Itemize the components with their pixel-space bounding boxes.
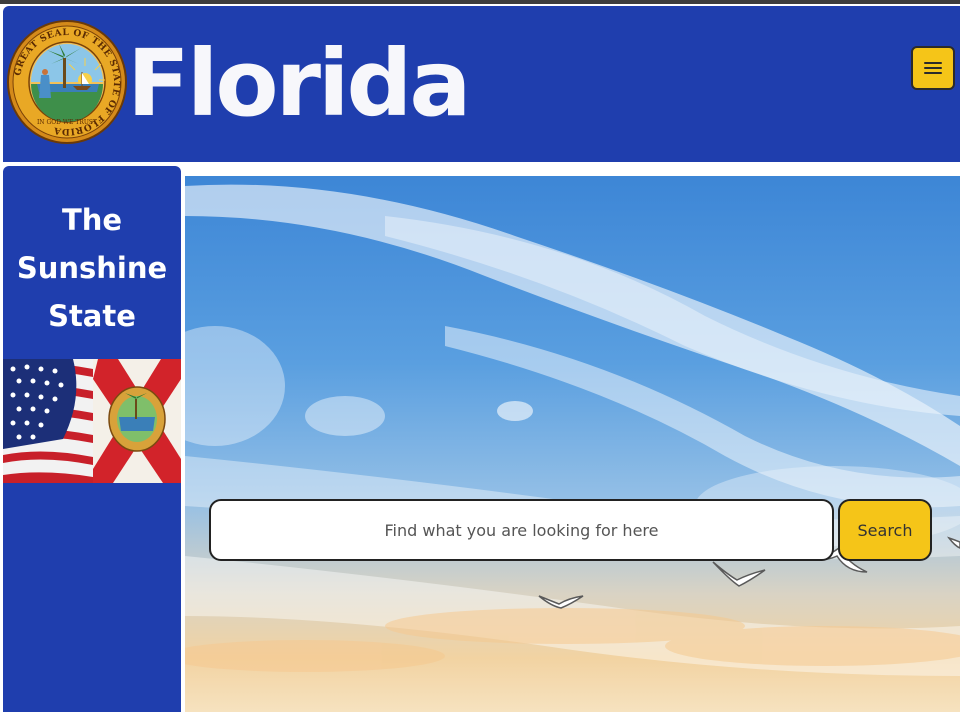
site-title: Florida [127,30,471,137]
hero-banner: Search [185,176,960,712]
seal-motto-text: IN GOD WE TRUST [37,119,97,126]
tagline-line-2: Sunshine [16,251,168,285]
tagline-line-1: The [61,203,123,237]
menu-button[interactable] [911,46,955,90]
sidebar-tagline: The Sunshine State [3,196,181,340]
search-button[interactable]: Search [838,499,932,561]
state-seal-icon: GREAT SEAL OF THE STATE OF FLORIDA IN GO… [7,20,127,144]
search-input[interactable] [209,499,834,561]
tagline-line-3: State [48,299,136,333]
sky-with-seagulls-image [185,176,960,712]
hamburger-menu-icon [924,62,942,74]
us-and-florida-flags-image [3,359,181,483]
site-header: GREAT SEAL OF THE STATE OF FLORIDA IN GO… [3,6,960,162]
sidebar: The Sunshine State [3,166,181,712]
